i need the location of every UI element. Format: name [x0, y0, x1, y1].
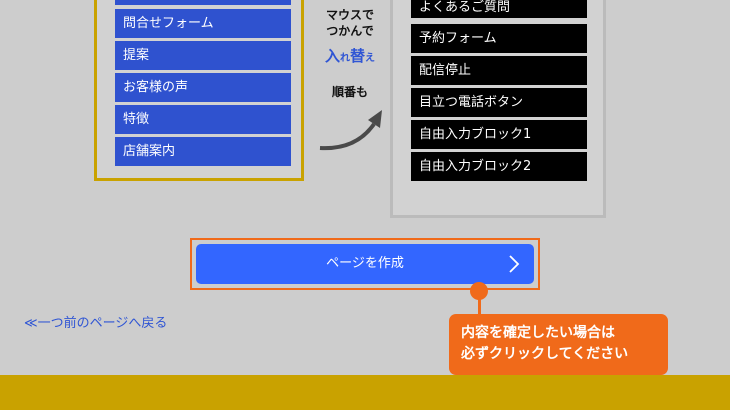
- left-list-item[interactable]: お客様の声: [115, 73, 291, 102]
- instruction-line2: つかんで: [326, 24, 374, 38]
- create-page-button[interactable]: ページを作成: [196, 244, 534, 284]
- right-list-item[interactable]: 予約フォーム: [411, 24, 587, 53]
- right-list-panel: よくあるご質問 予約フォーム 配信停止 目立つ電話ボタン 自由入力ブロック1 自…: [390, 0, 606, 218]
- right-list-item[interactable]: 目立つ電話ボタン: [411, 88, 587, 117]
- callout-box: 内容を確定したい場合は 必ずクリックしてください: [449, 314, 668, 375]
- instruction-line3: 順番も: [331, 85, 368, 99]
- create-button-highlight: ページを作成: [190, 238, 540, 290]
- left-list-item[interactable]: 特徴: [115, 105, 291, 134]
- footer-bar: [0, 375, 730, 410]
- back-link[interactable]: ≪一つ前のページへ戻る: [24, 312, 167, 331]
- right-list-item[interactable]: 自由入力ブロック2: [411, 152, 587, 181]
- callout-line1: 内容を確定したい場合は: [461, 325, 615, 341]
- right-list-item[interactable]: 配信停止: [411, 56, 587, 85]
- left-list-item[interactable]: 提案: [115, 41, 291, 70]
- left-list-item-partial[interactable]: [115, 0, 291, 5]
- chevron-right-icon: [509, 255, 520, 273]
- left-list-item[interactable]: 店舗案内: [115, 137, 291, 166]
- curved-arrow-icon: [319, 110, 382, 151]
- left-list-panel: 問合せフォーム 提案 お客様の声 特徴 店舗案内: [94, 0, 304, 181]
- create-page-button-label: ページを作成: [326, 256, 404, 271]
- callout-pointer-line: [478, 292, 481, 316]
- right-list-item[interactable]: 自由入力ブロック1: [411, 120, 587, 149]
- instruction-line1: マウスで: [325, 8, 374, 22]
- left-list-item[interactable]: 問合せフォーム: [115, 9, 291, 38]
- right-list-item[interactable]: よくあるご質問: [411, 0, 587, 18]
- instruction-irekae: 入れ替え: [324, 47, 376, 65]
- callout-line2: 必ずクリックしてください: [461, 346, 629, 362]
